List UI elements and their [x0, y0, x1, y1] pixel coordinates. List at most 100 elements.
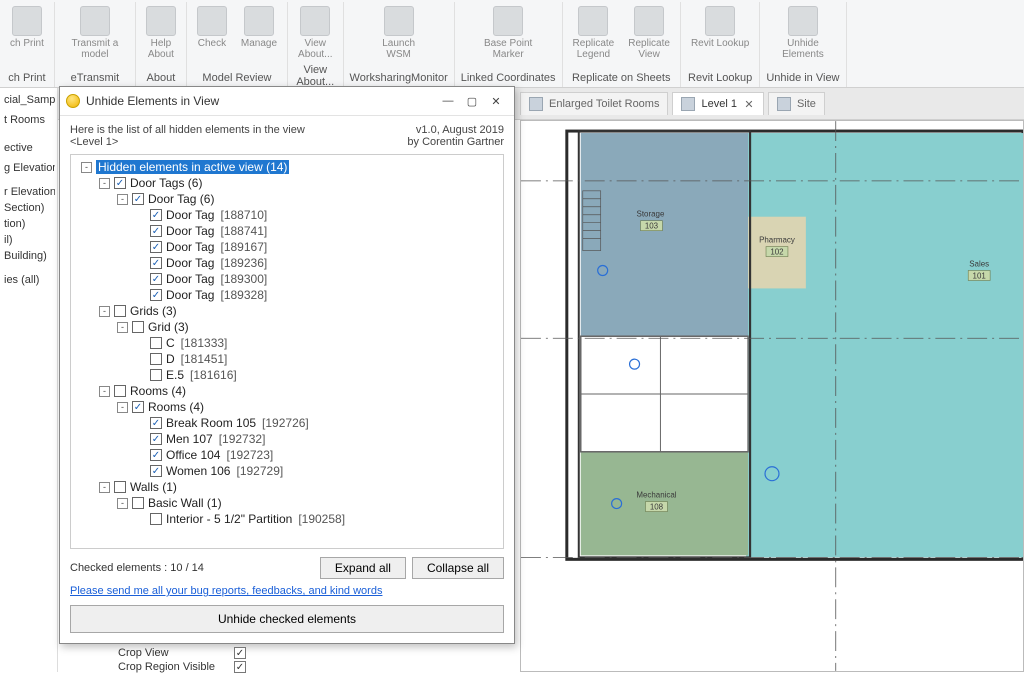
tree-checkbox[interactable]: [150, 369, 162, 381]
tree-checkbox[interactable]: [150, 337, 162, 349]
tree-checkbox[interactable]: [150, 257, 162, 269]
tree-node[interactable]: - Basic Wall (1): [73, 495, 501, 511]
ribbon-button[interactable]: UnhideElements: [778, 4, 828, 70]
dialog-author: by Corentin Gartner: [407, 136, 504, 148]
browser-item[interactable]: r Elevation): [2, 184, 55, 200]
tree-node[interactable]: -Rooms (4): [73, 399, 501, 415]
tree-checkbox[interactable]: [150, 465, 162, 477]
tree-checkbox[interactable]: [114, 385, 126, 397]
ribbon-button[interactable]: Manage: [237, 4, 281, 70]
tree-checkbox[interactable]: [150, 417, 162, 429]
property-row[interactable]: Crop View✓: [118, 646, 246, 660]
tree-node[interactable]: -Rooms (4): [73, 383, 501, 399]
tree-checkbox[interactable]: [150, 225, 162, 237]
view-tab[interactable]: Enlarged Toilet Rooms: [520, 92, 668, 115]
property-checkbox[interactable]: ✓: [234, 647, 246, 659]
browser-item[interactable]: cial_Sampl: [2, 92, 55, 108]
tree-node[interactable]: -Hidden elements in active view (14): [73, 159, 501, 175]
tree-toggle-icon[interactable]: -: [117, 194, 128, 205]
ribbon-icon: [146, 6, 176, 36]
tree-label: Basic Wall (1): [148, 496, 222, 510]
drawing-canvas[interactable]: Storage 103 Pharmacy 102 Sales 101 Mecha…: [520, 120, 1024, 672]
ribbon-button[interactable]: ViewAbout...: [294, 4, 336, 62]
tree-toggle-icon[interactable]: -: [81, 162, 92, 173]
tab-close-icon[interactable]: ✕: [743, 98, 755, 110]
tree-checkbox[interactable]: [150, 241, 162, 253]
ribbon-button[interactable]: ch Print: [6, 4, 48, 70]
tree-checkbox[interactable]: [150, 449, 162, 461]
ribbon-button[interactable]: ReplicateView: [624, 4, 674, 70]
tree-checkbox[interactable]: [150, 273, 162, 285]
tree-node[interactable]: Break Room 105[192726]: [73, 415, 501, 431]
tree-node[interactable]: Women 106[192729]: [73, 463, 501, 479]
ribbon-button[interactable]: Transmit a model: [61, 4, 129, 70]
ribbon-button[interactable]: Base Point Marker: [474, 4, 542, 70]
tree-checkbox[interactable]: [150, 289, 162, 301]
tree-node[interactable]: Door Tag[188741]: [73, 223, 501, 239]
tree-node[interactable]: D[181451]: [73, 351, 501, 367]
tree-node[interactable]: -Door Tags (6): [73, 175, 501, 191]
view-tab[interactable]: Site: [768, 92, 825, 115]
ribbon-button[interactable]: Revit Lookup: [687, 4, 753, 70]
dialog-title: Unhide Elements in View: [86, 94, 436, 108]
tree-node[interactable]: Door Tag[189328]: [73, 287, 501, 303]
close-button[interactable]: ✕: [484, 91, 508, 111]
ribbon-button[interactable]: Check: [193, 4, 231, 70]
tree-checkbox[interactable]: [132, 497, 144, 509]
tree-node[interactable]: Door Tag[189236]: [73, 255, 501, 271]
browser-item[interactable]: il): [2, 232, 55, 248]
element-id: [192729]: [236, 464, 283, 478]
tree-node[interactable]: Men 107[192732]: [73, 431, 501, 447]
tree-toggle-icon[interactable]: -: [99, 482, 110, 493]
expand-all-button[interactable]: Expand all: [320, 557, 406, 579]
browser-item[interactable]: Section): [2, 200, 55, 216]
tree-node[interactable]: Interior - 5 1/2" Partition[190258]: [73, 511, 501, 527]
dialog-titlebar[interactable]: Unhide Elements in View — ▢ ✕: [60, 87, 514, 116]
collapse-all-button[interactable]: Collapse all: [412, 557, 504, 579]
tree-node[interactable]: -Walls (1): [73, 479, 501, 495]
ribbon-button[interactable]: Launch WSM: [365, 4, 433, 70]
tree-checkbox[interactable]: [114, 481, 126, 493]
tree-toggle-icon[interactable]: -: [117, 402, 128, 413]
tree-checkbox[interactable]: [150, 353, 162, 365]
tree-checkbox[interactable]: [150, 513, 162, 525]
tree-node[interactable]: -Door Tag (6): [73, 191, 501, 207]
tree-toggle-icon[interactable]: -: [99, 306, 110, 317]
tree-toggle-icon: [135, 466, 146, 477]
tree-node[interactable]: -Grids (3): [73, 303, 501, 319]
tree-node[interactable]: Door Tag[189300]: [73, 271, 501, 287]
element-tree[interactable]: -Hidden elements in active view (14)-Doo…: [70, 154, 504, 549]
tree-node[interactable]: Door Tag[189167]: [73, 239, 501, 255]
browser-item[interactable]: Building): [2, 248, 55, 264]
tree-checkbox[interactable]: [132, 193, 144, 205]
tree-toggle-icon[interactable]: -: [99, 178, 110, 189]
view-tab[interactable]: Level 1✕: [672, 92, 763, 115]
browser-item[interactable]: g Elevation: [2, 160, 55, 176]
tree-node[interactable]: C[181333]: [73, 335, 501, 351]
tree-checkbox[interactable]: [114, 177, 126, 189]
tree-node[interactable]: Office 104[192723]: [73, 447, 501, 463]
tree-toggle-icon[interactable]: -: [99, 386, 110, 397]
tree-node[interactable]: Door Tag[188710]: [73, 207, 501, 223]
browser-item[interactable]: ective: [2, 140, 55, 156]
tree-checkbox[interactable]: [132, 321, 144, 333]
svg-text:Mechanical: Mechanical: [636, 491, 676, 500]
browser-item[interactable]: tion): [2, 216, 55, 232]
unhide-checked-button[interactable]: Unhide checked elements: [70, 605, 504, 633]
ribbon-button[interactable]: HelpAbout: [142, 4, 180, 70]
tree-checkbox[interactable]: [150, 209, 162, 221]
maximize-button[interactable]: ▢: [460, 91, 484, 111]
browser-item[interactable]: ies (all): [2, 272, 55, 288]
tree-toggle-icon[interactable]: -: [117, 322, 128, 333]
tree-checkbox[interactable]: [114, 305, 126, 317]
tree-toggle-icon[interactable]: -: [117, 498, 128, 509]
property-checkbox[interactable]: ✓: [234, 661, 246, 673]
minimize-button[interactable]: —: [436, 91, 460, 111]
tree-node[interactable]: E.5[181616]: [73, 367, 501, 383]
tree-node[interactable]: -Grid (3): [73, 319, 501, 335]
ribbon-button[interactable]: ReplicateLegend: [569, 4, 619, 70]
tree-checkbox[interactable]: [132, 401, 144, 413]
browser-item[interactable]: t Rooms: [2, 112, 55, 128]
feedback-link[interactable]: Please send me all your bug reports, fee…: [60, 579, 514, 605]
tree-checkbox[interactable]: [150, 433, 162, 445]
